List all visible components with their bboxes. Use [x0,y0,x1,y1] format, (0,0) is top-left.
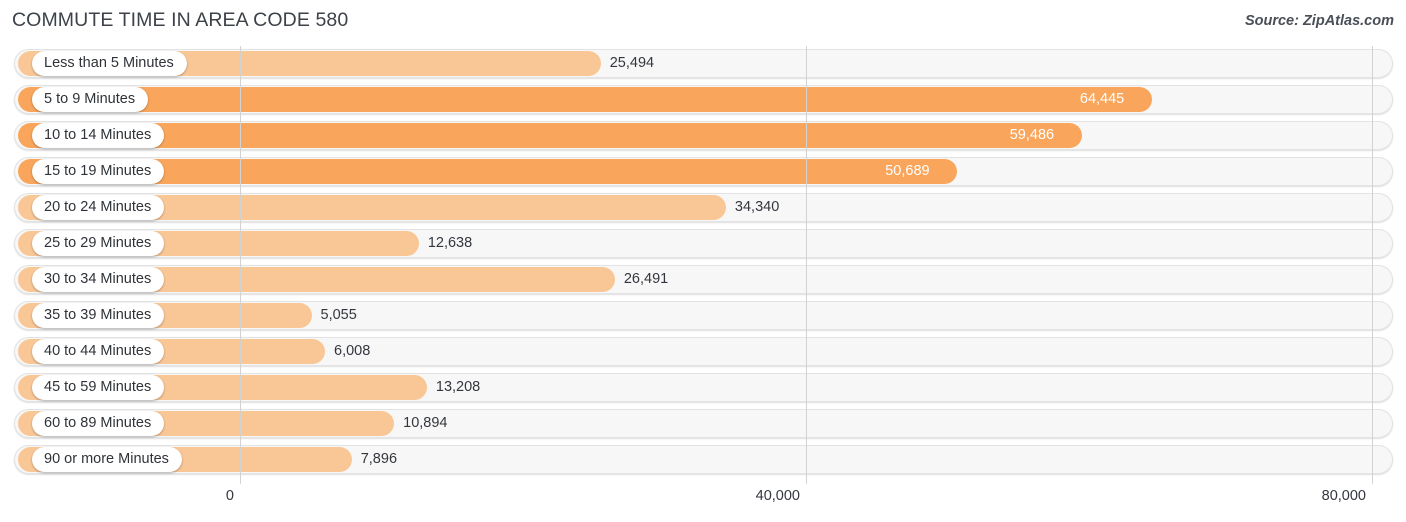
category-label-pill[interactable]: 90 or more Minutes [32,447,182,472]
chart-plot-area: Less than 5 Minutes 25,494 5 to 9 Minutes 6… [0,46,1406,484]
category-label: 90 or more Minutes [44,451,169,468]
category-label-pill[interactable]: Less than 5 Minutes [32,51,187,76]
category-label: 35 to 39 Minutes [44,307,152,324]
bar-row[interactable]: 25 to 29 Minutes 12,638 [0,226,1406,262]
category-label-pill[interactable]: 20 to 24 Minutes [32,195,165,220]
category-label: 60 to 89 Minutes [44,415,152,432]
category-label: 25 to 29 Minutes [44,235,152,252]
value-label: 26,491 [623,271,669,288]
category-label-pill[interactable]: 30 to 34 Minutes [32,267,165,292]
value-label: 6,008 [334,343,371,360]
category-label-pill[interactable]: 10 to 14 Minutes [32,123,165,148]
page-title: COMMUTE TIME IN AREA CODE 580 [12,9,349,31]
category-label-pill[interactable]: 40 to 44 Minutes [32,339,165,364]
value-bar[interactable] [18,87,1152,112]
bar-row[interactable]: 10 to 14 Minutes 59,486 [0,118,1406,154]
bar-rows: Less than 5 Minutes 25,494 5 to 9 Minutes 6… [0,46,1406,478]
value-label: 25,494 [609,55,655,72]
category-label: Less than 5 Minutes [44,55,174,72]
category-label-pill[interactable]: 45 to 59 Minutes [32,375,165,400]
value-label: 50,689 [885,163,930,180]
chart-header: COMMUTE TIME IN AREA CODE 580 Source: Zi… [0,0,1406,44]
x-axis-tick-label: 80,000 [1321,488,1366,504]
category-label: 5 to 9 Minutes [44,91,136,108]
bar-row[interactable]: 60 to 89 Minutes 10,894 [0,406,1406,442]
gridline-0 [240,46,241,484]
bar-row[interactable]: 40 to 44 Minutes 6,008 [0,334,1406,370]
bar-row[interactable]: 15 to 19 Minutes 50,689 [0,154,1406,190]
bar-row[interactable]: 30 to 34 Minutes 26,491 [0,262,1406,298]
category-label-pill[interactable]: 15 to 19 Minutes [32,159,165,184]
value-label: 64,445 [1079,91,1125,108]
bar-row[interactable]: 5 to 9 Minutes 64,445 [0,82,1406,118]
bar-row[interactable]: 20 to 24 Minutes 34,340 [0,190,1406,226]
bar-row[interactable]: 45 to 59 Minutes 13,208 [0,370,1406,406]
value-label: 59,486 [1009,127,1055,144]
category-label-pill[interactable]: 5 to 9 Minutes [32,87,149,112]
category-label: 45 to 59 Minutes [44,379,152,396]
category-label-pill[interactable]: 25 to 29 Minutes [32,231,165,256]
value-bar[interactable] [18,123,1082,148]
bar-row[interactable]: Less than 5 Minutes 25,494 [0,46,1406,82]
value-label: 12,638 [427,235,473,252]
bar-row[interactable]: 90 or more Minutes 7,896 [0,442,1406,478]
category-label: 10 to 14 Minutes [44,127,152,144]
category-label: 15 to 19 Minutes [44,163,152,180]
x-axis-tick-label: 40,000 [755,488,800,504]
source-attribution: Source: ZipAtlas.com [1244,13,1394,29]
gridline-40000 [806,46,807,484]
bar-row[interactable]: 35 to 39 Minutes 5,055 [0,298,1406,334]
value-label: 5,055 [320,307,357,324]
value-label: 7,896 [360,451,398,468]
value-label: 13,208 [435,379,481,396]
x-axis-tick-label: 0 [225,488,234,504]
category-label: 40 to 44 Minutes [44,343,152,360]
category-label-pill[interactable]: 60 to 89 Minutes [32,411,165,436]
x-axis: 0 40,000 80,000 [0,484,1406,522]
gridline-80000 [1372,46,1373,484]
value-label: 34,340 [734,199,780,216]
category-label: 30 to 34 Minutes [44,271,152,288]
value-label: 10,894 [403,415,448,432]
category-label: 20 to 24 Minutes [44,199,152,216]
category-label-pill[interactable]: 35 to 39 Minutes [32,303,165,328]
